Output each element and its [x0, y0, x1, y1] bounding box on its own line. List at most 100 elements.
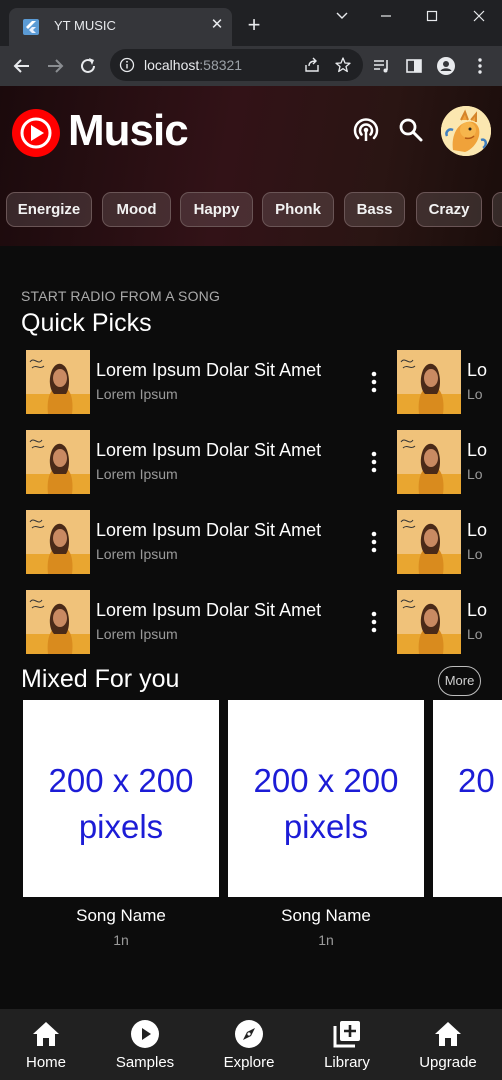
browser-menu-icon[interactable]	[469, 55, 491, 77]
chip-happy[interactable]: Happy	[180, 192, 253, 227]
mixed-for-you-title: Mixed For you	[21, 665, 180, 693]
profile-icon[interactable]	[435, 55, 457, 77]
back-arrow-icon[interactable]	[11, 55, 33, 77]
app-header: Music Energize Mood Happy Phonk Bass Cra…	[0, 86, 502, 246]
album-art	[26, 430, 90, 494]
tab-search-chevron-icon[interactable]	[332, 8, 352, 24]
nav-label: Library	[324, 1054, 370, 1071]
close-window-icon[interactable]	[469, 8, 489, 24]
nav-home[interactable]: Home	[0, 1009, 96, 1080]
maximize-icon[interactable]	[422, 8, 442, 24]
new-tab-icon[interactable]: +	[244, 14, 264, 36]
media-queue-icon[interactable]	[371, 55, 393, 77]
forward-arrow-icon[interactable]	[44, 55, 66, 77]
nav-label: Home	[25, 1054, 66, 1071]
youtube-music-logo-icon[interactable]	[11, 108, 61, 158]
more-vert-icon[interactable]	[369, 370, 379, 394]
more-button[interactable]: More	[438, 666, 481, 696]
nav-upgrade[interactable]: Upgrade	[398, 1009, 498, 1080]
quick-pick-row[interactable]: Lorem Ipsum Dolar Sit Amet Lorem Ipsum L…	[26, 350, 502, 414]
nav-library[interactable]: Library	[297, 1009, 397, 1080]
browser-toolbar: localhost:58321	[0, 46, 502, 86]
chip-overflow[interactable]	[492, 192, 502, 227]
side-panel-icon[interactable]	[403, 55, 425, 77]
mix-card[interactable]: 200 x 200 pixels	[228, 700, 424, 897]
song-title: Lorem Ipsum Dolar Sit Amet	[96, 440, 322, 460]
nav-label: Upgrade	[419, 1054, 477, 1071]
song-artist-clipped: Lo	[467, 626, 483, 642]
placeholder-line-1: 20	[458, 762, 495, 799]
album-art-icon	[26, 350, 90, 414]
home-icon	[33, 1022, 59, 1046]
song-artist: Lorem Ipsum	[96, 626, 178, 642]
quick-pick-row[interactable]: Lorem Ipsum Dolar Sit Amet Lorem Ipsum L…	[26, 590, 502, 654]
album-art-icon	[26, 590, 90, 654]
chip-bass[interactable]: Bass	[344, 192, 405, 227]
app-brand-title: Music	[68, 106, 189, 155]
url-port: :58321	[199, 57, 243, 73]
album-art	[397, 430, 461, 494]
more-vert-icon[interactable]	[369, 530, 379, 554]
chip-phonk[interactable]: Phonk	[262, 192, 334, 227]
placeholder-text: 200 x 200 pixels	[23, 758, 219, 850]
browser-tab[interactable]: YT MUSIC ✕	[9, 8, 232, 46]
album-art-icon	[397, 350, 461, 414]
more-vert-icon[interactable]	[369, 610, 379, 634]
chip-energize[interactable]: Energize	[6, 192, 92, 227]
address-bar[interactable]: localhost:58321	[110, 49, 363, 81]
close-tab-icon[interactable]: ✕	[209, 17, 225, 33]
mix-card-subtitle: 1n	[113, 932, 129, 948]
url-text: localhost:58321	[144, 57, 242, 73]
song-title: Lorem Ipsum Dolar Sit Amet	[96, 520, 322, 540]
album-art	[26, 510, 90, 574]
album-art-icon	[26, 510, 90, 574]
mix-card[interactable]: 200 x 200 pixels	[23, 700, 219, 897]
nav-samples[interactable]: Samples	[95, 1009, 195, 1080]
mix-card-title: Song Name	[76, 906, 166, 925]
song-title-clipped: Lo	[467, 600, 488, 620]
album-art	[397, 350, 461, 414]
album-art-icon	[26, 430, 90, 494]
album-art-icon	[397, 430, 461, 494]
site-info-icon[interactable]	[119, 57, 135, 73]
reload-icon[interactable]	[77, 55, 99, 77]
chip-crazy[interactable]: Crazy	[416, 192, 482, 227]
browser-titlebar: YT MUSIC ✕ +	[0, 0, 502, 46]
nav-label: Samples	[115, 1054, 175, 1071]
song-title-clipped: Lo	[467, 440, 488, 460]
album-art-icon	[397, 590, 461, 654]
compass-icon	[235, 1020, 263, 1048]
quick-pick-row[interactable]: Lorem Ipsum Dolar Sit Amet Lorem Ipsum L…	[26, 510, 502, 574]
song-title: Lorem Ipsum Dolar Sit Amet	[96, 360, 322, 380]
song-artist-clipped: Lo	[467, 546, 483, 562]
mix-card[interactable]: 20	[433, 700, 502, 897]
library-add-icon	[333, 1021, 360, 1048]
song-artist: Lorem Ipsum	[96, 466, 178, 482]
placeholder-text: 20	[458, 758, 502, 804]
placeholder-text: 200 x 200 pixels	[228, 758, 424, 850]
share-icon[interactable]	[303, 56, 321, 74]
url-host: localhost	[144, 57, 200, 73]
bookmark-star-icon[interactable]	[334, 56, 352, 74]
song-artist-clipped: Lo	[467, 386, 483, 402]
placeholder-line-1: 200 x 200	[253, 762, 399, 799]
search-icon[interactable]	[397, 116, 425, 144]
dragon-avatar-icon	[441, 106, 491, 156]
placeholder-line-2: pixels	[78, 808, 164, 845]
minimize-icon[interactable]	[376, 8, 396, 24]
album-art	[26, 590, 90, 654]
song-artist: Lorem Ipsum	[96, 386, 178, 402]
album-art	[26, 350, 90, 414]
quick-pick-row[interactable]: Lorem Ipsum Dolar Sit Amet Lorem Ipsum L…	[26, 430, 502, 494]
more-vert-icon[interactable]	[369, 450, 379, 474]
play-circle-icon	[131, 1020, 159, 1048]
mood-chip-row: Energize Mood Happy Phonk Bass Crazy	[6, 192, 502, 228]
tab-title: YT MUSIC	[54, 18, 116, 33]
user-avatar[interactable]	[441, 106, 491, 156]
nav-explore[interactable]: Explore	[199, 1009, 299, 1080]
chip-mood[interactable]: Mood	[102, 192, 171, 227]
quick-picks-kicker: START RADIO FROM A SONG	[21, 288, 221, 304]
placeholder-line-2: pixels	[283, 808, 369, 845]
cast-podcast-icon[interactable]	[352, 116, 380, 144]
album-art-icon	[397, 510, 461, 574]
